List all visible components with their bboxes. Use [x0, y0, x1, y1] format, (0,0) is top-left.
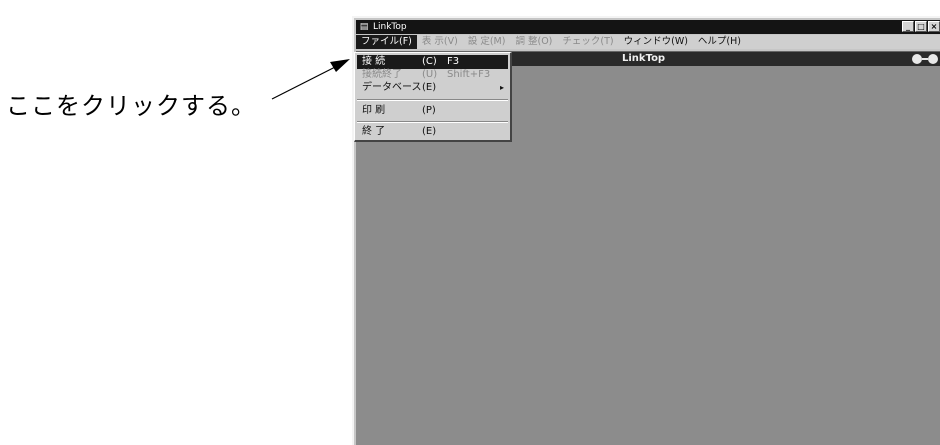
menu-item-label: 接 続 [362, 56, 386, 67]
menu-item-label: データベース [362, 82, 422, 93]
child-window-title: LinkTop [622, 53, 666, 64]
menu-item-database[interactable]: データベース (E) ▸ [357, 81, 508, 95]
menu-file[interactable]: ファイル(F) [356, 35, 417, 49]
menu-help[interactable]: ヘルプ(H) [693, 35, 746, 49]
submenu-arrow-icon: ▸ [499, 83, 504, 92]
menu-item-accelerator: (E) [422, 126, 437, 137]
window-title: LinkTop [373, 22, 407, 32]
menu-item-accelerator: (C) [422, 56, 437, 67]
menu-item-exit[interactable]: 終 了 (E) [357, 125, 508, 139]
menu-separator [357, 121, 508, 123]
menu-item-shortcut: Shift+F3 [447, 69, 491, 80]
menu-item-label: 印 刷 [362, 105, 386, 116]
title-bar: ▤ LinkTop _ □ × [356, 20, 940, 34]
app-icon: ▤ [359, 22, 369, 32]
connection-status-icon [912, 54, 938, 64]
menu-separator [357, 99, 508, 101]
menu-item-label: 接続終了 [362, 69, 402, 80]
window-controls: _ □ × [901, 21, 940, 32]
menu-item-print[interactable]: 印 刷 (P) [357, 104, 508, 118]
menu-window[interactable]: ウィンドウ(W) [619, 35, 693, 49]
maximize-button[interactable]: □ [915, 21, 927, 32]
menu-adjust[interactable]: 調 整(O) [510, 35, 557, 49]
menu-item-accelerator: (E) [422, 82, 437, 93]
minimize-button[interactable]: _ [902, 21, 914, 32]
menu-item-label: 終 了 [362, 126, 386, 137]
close-button[interactable]: × [928, 21, 940, 32]
menu-item-accelerator: (P) [422, 105, 436, 116]
menu-settings[interactable]: 設 定(M) [463, 35, 511, 49]
menu-item-disconnect[interactable]: 接続終了 (U) Shift+F3 [357, 68, 508, 82]
menu-item-connect[interactable]: 接 続 (C) F3 [357, 55, 508, 69]
menu-check[interactable]: チェック(T) [557, 35, 618, 49]
menu-item-shortcut: F3 [447, 56, 460, 67]
menu-item-accelerator: (U) [422, 69, 438, 80]
menu-view[interactable]: 表 示(V) [417, 35, 463, 49]
menu-bar: ファイル(F) 表 示(V) 設 定(M) 調 整(O) チェック(T) ウィン… [356, 35, 940, 49]
file-menu-dropdown: 接 続 (C) F3 接続終了 (U) Shift+F3 データベース (E) … [354, 52, 512, 142]
